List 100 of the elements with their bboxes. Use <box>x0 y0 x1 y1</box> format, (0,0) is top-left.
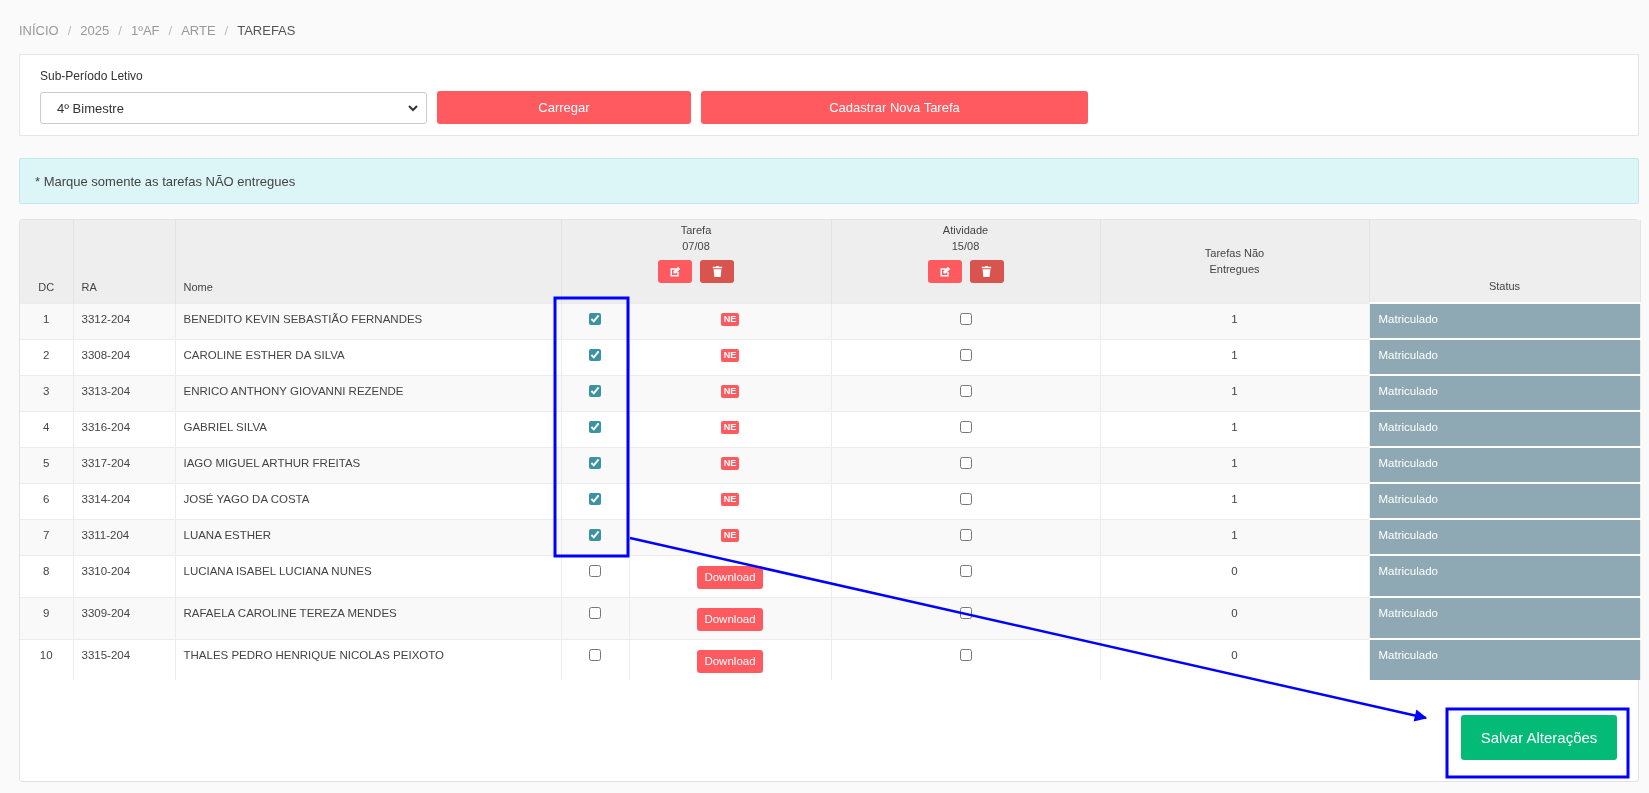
checkbox[interactable] <box>959 312 972 325</box>
checkbox[interactable] <box>589 492 601 505</box>
row-number: 1 <box>43 312 50 325</box>
student-name: BENEDITO KEVIN SEBASTIÃO FERNANDES <box>183 312 423 325</box>
row-number: 3 <box>43 384 50 397</box>
download-button[interactable]: Download <box>697 565 763 589</box>
row-number: 5 <box>43 456 50 469</box>
count: 0 <box>1231 648 1238 661</box>
student-id: 3316-204 <box>81 420 131 433</box>
student-name: THALES PEDRO HENRIQUE NICOLAS PEIXOTO <box>183 648 444 661</box>
checkbox[interactable] <box>959 348 972 361</box>
status-cell: Matriculado <box>1369 555 1640 597</box>
column-header: Nome <box>183 280 213 293</box>
checkbox[interactable] <box>959 420 972 433</box>
student-name: LUCIANA ISABEL LUCIANA NUNES <box>183 564 372 577</box>
checkbox[interactable] <box>959 384 972 397</box>
checkbox[interactable] <box>959 648 972 661</box>
not-delivered-badge: NE <box>720 420 740 434</box>
checkbox[interactable] <box>959 606 972 619</box>
checkbox[interactable] <box>589 456 601 469</box>
not-delivered-badge: NE <box>720 528 740 542</box>
field-label: Sub-Período Letivo <box>40 69 144 83</box>
student-name: ENRICO ANTHONY GIOVANNI REZENDE <box>183 384 404 397</box>
breadcrumb-separator: / <box>168 23 173 38</box>
count: 0 <box>1231 606 1238 619</box>
not-delivered-badge: NE <box>720 312 740 326</box>
not-delivered-badge: NE <box>720 348 740 362</box>
not-delivered-badge: NE <box>720 384 740 398</box>
delete-button[interactable] <box>700 260 734 283</box>
edit-icon <box>669 265 681 278</box>
status-cell: Matriculado <box>1369 483 1640 519</box>
checkbox[interactable] <box>589 564 601 577</box>
period-select[interactable]: 4º Bimestre <box>40 92 427 124</box>
delete-button[interactable] <box>969 260 1004 283</box>
task-title: Atividade <box>942 224 989 236</box>
student-id: 3312-204 <box>81 312 131 325</box>
task-title: Tarefa <box>680 224 712 236</box>
status-cell: Matriculado <box>1369 303 1640 339</box>
row-number: 2 <box>43 348 50 361</box>
row-number: 7 <box>43 528 50 541</box>
checkbox[interactable] <box>959 456 972 469</box>
student-id: 3311-204 <box>81 528 130 541</box>
checkbox[interactable] <box>589 420 601 433</box>
student-name: LUANA ESTHER <box>183 528 272 541</box>
edit-button[interactable] <box>927 260 962 283</box>
breadcrumb-link[interactable]: 1ºAF <box>130 23 160 38</box>
breadcrumb-separator: / <box>118 23 122 38</box>
column-header: Tarefas Não Entregues <box>1203 245 1266 277</box>
count: 1 <box>1231 312 1238 325</box>
checkbox[interactable] <box>589 606 601 619</box>
column-header: DC <box>38 280 55 293</box>
breadcrumb-link[interactable]: 2025 <box>80 23 110 38</box>
save-button[interactable]: Salvar Alterações <box>1461 715 1617 760</box>
student-name: GABRIEL SILVA <box>183 420 267 433</box>
student-name: JOSÉ YAGO DA COSTA <box>183 492 310 505</box>
student-id: 3309-204 <box>81 606 131 619</box>
count: 1 <box>1231 528 1238 541</box>
checkbox[interactable] <box>959 492 972 505</box>
status-cell: Matriculado <box>1369 639 1640 680</box>
column-header: RA <box>81 280 97 293</box>
checkbox[interactable] <box>589 312 601 325</box>
checkbox[interactable] <box>589 384 601 397</box>
load-button[interactable]: Carregar <box>437 91 691 124</box>
status-cell: Matriculado <box>1369 447 1640 483</box>
checkbox[interactable] <box>589 648 601 661</box>
breadcrumb-separator: / <box>224 23 229 38</box>
info-alert: * Marque somente as tarefas NÃO entregues <box>19 158 1639 204</box>
student-name: CAROLINE ESTHER DA SILVA <box>183 348 345 361</box>
trash-icon <box>711 265 723 278</box>
checkbox[interactable] <box>589 348 601 361</box>
count: 1 <box>1231 384 1238 397</box>
student-id: 3317-204 <box>81 456 131 469</box>
row-number: 6 <box>43 492 50 505</box>
status-cell: Matriculado <box>1369 597 1640 639</box>
status-cell: Matriculado <box>1369 339 1640 375</box>
count: 1 <box>1231 492 1238 505</box>
column-header: Status <box>1488 280 1521 292</box>
edit-button[interactable] <box>658 260 692 283</box>
student-id: 3313-204 <box>81 384 131 397</box>
not-delivered-badge: NE <box>720 492 740 506</box>
breadcrumb-link[interactable]: ARTE <box>181 23 216 38</box>
breadcrumb-separator: / <box>67 23 72 38</box>
count: 1 <box>1231 456 1238 469</box>
student-id: 3314-204 <box>81 492 131 505</box>
new-task-button[interactable]: Cadastrar Nova Tarefa <box>701 91 1088 124</box>
status-cell: Matriculado <box>1369 375 1640 411</box>
row-number: 9 <box>43 606 50 619</box>
download-button[interactable]: Download <box>697 649 763 673</box>
trash-icon <box>981 265 992 278</box>
status-cell: Matriculado <box>1369 519 1640 555</box>
checkbox[interactable] <box>959 528 972 541</box>
checkbox[interactable] <box>959 564 972 577</box>
student-id: 3315-204 <box>81 648 131 661</box>
checkbox[interactable] <box>589 528 601 541</box>
breadcrumb-link[interactable]: INÍCIO <box>19 23 59 38</box>
chevron-icon <box>408 104 418 112</box>
row-number: 8 <box>43 564 50 577</box>
download-button[interactable]: Download <box>697 607 763 631</box>
row-number: 4 <box>43 420 50 433</box>
edit-icon <box>938 265 951 278</box>
